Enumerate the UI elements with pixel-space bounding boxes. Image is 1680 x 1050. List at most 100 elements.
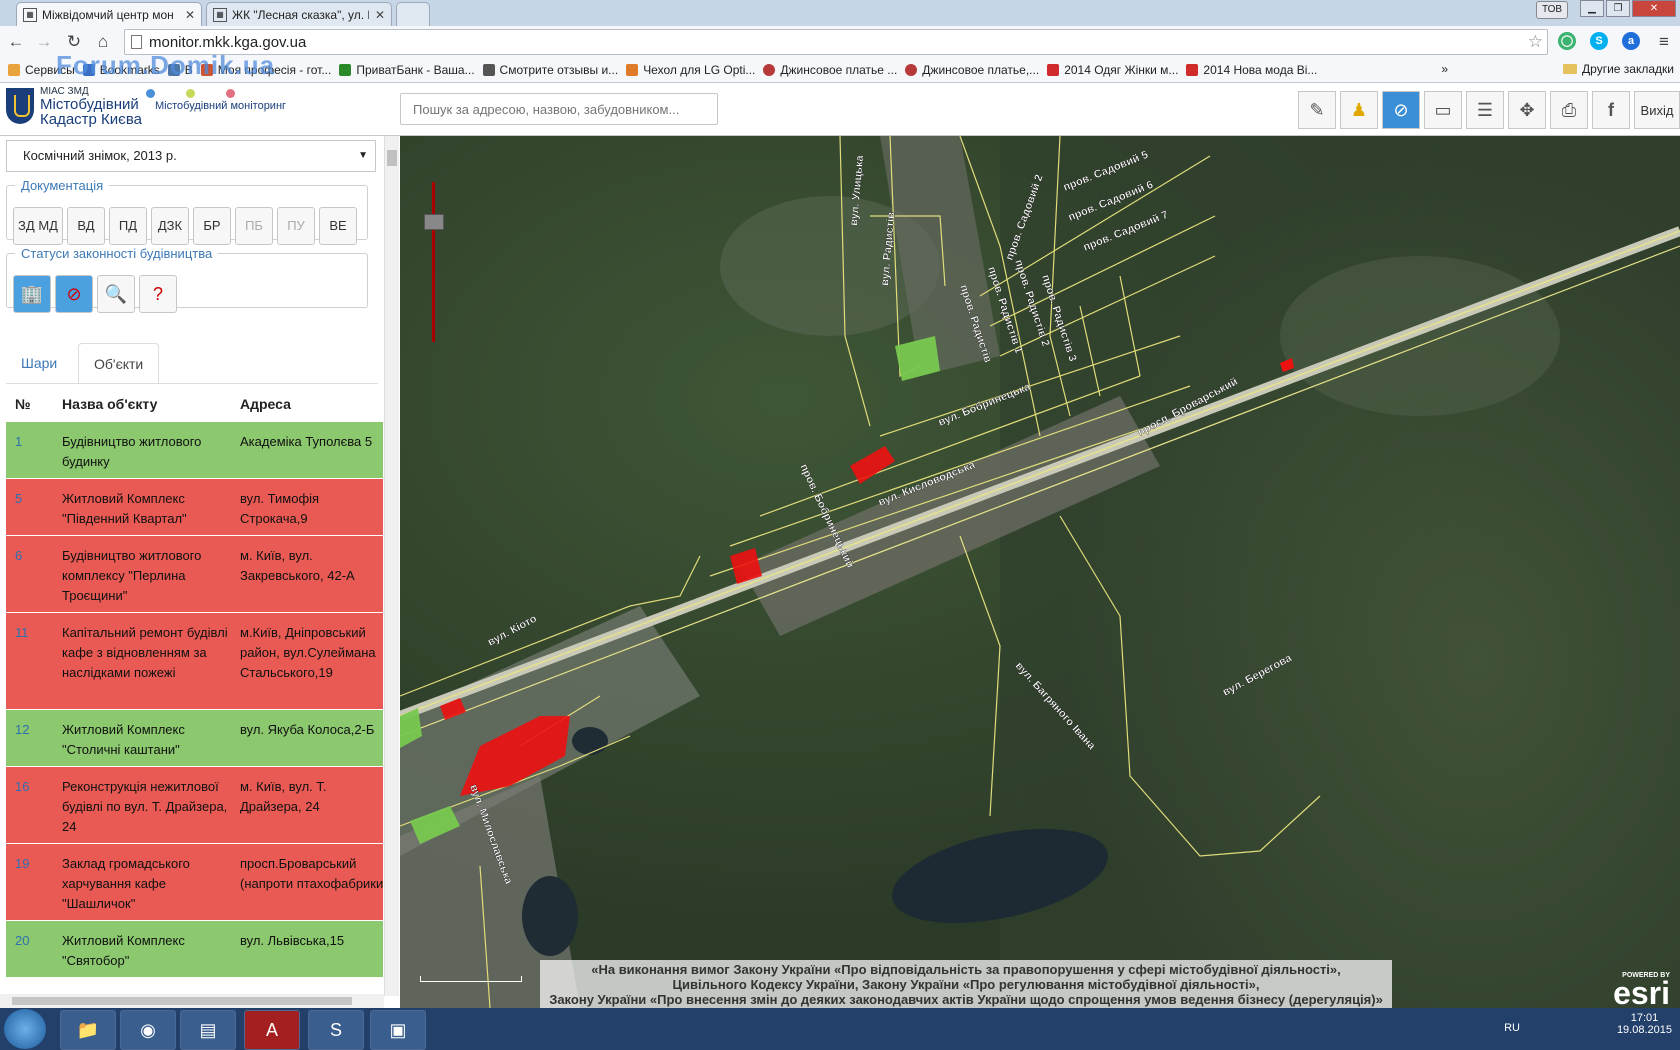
- doc-br-button[interactable]: БР: [193, 207, 231, 245]
- system-clock[interactable]: 17:01 19.08.2015: [1617, 1012, 1672, 1036]
- panel-vertical-scrollbar[interactable]: [384, 136, 399, 996]
- window-app-icon[interactable]: ▣: [370, 1010, 426, 1050]
- status-question-icon[interactable]: ?: [139, 275, 177, 313]
- back-arrow-icon[interactable]: ←: [6, 32, 26, 52]
- browser-tab-monitor[interactable]: ▦ Міжвідомчий центр мон ✕: [16, 2, 202, 26]
- identify-compass-icon[interactable]: ⊘: [1382, 91, 1420, 129]
- extension-a-icon[interactable]: a: [1622, 32, 1640, 50]
- chrome-icon[interactable]: ◉: [120, 1010, 176, 1050]
- close-window-button[interactable]: ✕: [1632, 0, 1676, 17]
- map-view[interactable]: вул. Улицька вул. Радистів пров. Садовий…: [400, 136, 1680, 1008]
- address-search-input[interactable]: [400, 93, 718, 125]
- table-row[interactable]: 5 Житловий Комплекс "Південний Квартал" …: [6, 479, 383, 536]
- acrobat-reader-icon[interactable]: A: [244, 1010, 300, 1050]
- table-row[interactable]: 6 Будівництво житлового комплексу "Перли…: [6, 536, 383, 613]
- doc-pb-button[interactable]: ПБ: [235, 207, 273, 245]
- tab-objects[interactable]: Об'єкти: [78, 343, 160, 383]
- maximize-button[interactable]: ❐: [1606, 0, 1630, 17]
- panel-tabs: Шари Об'єкти: [6, 343, 378, 384]
- basemap-select[interactable]: Космічний знімок, 2013 р. ▼: [6, 140, 376, 172]
- bookmark-item[interactable]: Джинсовое платье,...: [905, 63, 1039, 77]
- bookmark-item[interactable]: Смотрите отзывы и...: [482, 63, 618, 77]
- skype-extension-icon[interactable]: S: [1590, 32, 1608, 50]
- edit-pencil-icon[interactable]: ✎: [1298, 91, 1336, 129]
- print-icon[interactable]: ⎙: [1550, 91, 1588, 129]
- bookmarks-overflow-chevron-icon[interactable]: »: [1441, 62, 1448, 76]
- other-bookmarks[interactable]: Другие закладки: [1563, 62, 1674, 76]
- status-dots: [146, 89, 235, 98]
- window-controls: ▁ ❐ ✕: [1580, 0, 1676, 17]
- monitoring-label: Містобудівний моніторинг: [155, 100, 287, 112]
- bookmark-star-icon[interactable]: ☆: [1528, 32, 1543, 52]
- measure-ruler-icon[interactable]: ▭: [1424, 91, 1462, 129]
- kyiv-coat-of-arms-icon[interactable]: [6, 88, 34, 124]
- doc-vd-button[interactable]: ВД: [67, 207, 105, 245]
- status-illegal-building-icon[interactable]: ⊘: [55, 275, 93, 313]
- reload-icon[interactable]: ↻: [64, 32, 84, 52]
- scrollbar-thumb[interactable]: [12, 997, 352, 1005]
- app-title[interactable]: Містобудівний Кадастр Києва: [40, 97, 142, 127]
- layers-list-icon[interactable]: ☰: [1466, 91, 1504, 129]
- input-language[interactable]: RU: [1504, 1022, 1520, 1034]
- panel-horizontal-scrollbar[interactable]: [0, 994, 384, 1008]
- bookmark-item[interactable]: 2014 Нова мода Ві...: [1186, 63, 1317, 77]
- facebook-icon[interactable]: f: [1592, 91, 1630, 129]
- tab-layers[interactable]: Шари: [6, 343, 72, 383]
- status-legal-building-icon[interactable]: 🏢: [13, 275, 51, 313]
- browser-tabstrip: ▦ Міжвідомчий центр мон ✕ ▦ ЖК "Лесная с…: [0, 0, 1680, 26]
- col-header-name: Назва об'єкту: [62, 396, 158, 412]
- exit-button[interactable]: Вихід: [1634, 91, 1680, 129]
- minimize-button[interactable]: ▁: [1580, 0, 1604, 17]
- browser-tab-lesnaya[interactable]: ▦ ЖК "Лесная сказка", ул. Р ✕: [206, 2, 392, 26]
- bookmark-item[interactable]: Чехол для LG Opti...: [626, 63, 755, 77]
- documentation-group: Документація ЗД МД ВД ПД ДЗК БР ПБ ПУ ВЕ: [6, 178, 368, 245]
- tab-close-icon[interactable]: ✕: [185, 8, 195, 22]
- full-extent-icon[interactable]: ✥: [1508, 91, 1546, 129]
- doc-pd-button[interactable]: ПД: [109, 207, 147, 245]
- files-app-icon[interactable]: ▤: [180, 1010, 236, 1050]
- profile-badge[interactable]: ТОВ: [1536, 1, 1568, 19]
- bookmark-item[interactable]: ПриватБанк - Ваша...: [339, 63, 475, 77]
- legality-status-legend: Статуси законності будівництва: [21, 246, 213, 261]
- table-row[interactable]: 16 Реконструкція нежитлової будівлі по в…: [6, 767, 383, 844]
- scrollbar-thumb[interactable]: [387, 150, 397, 166]
- new-tab-button[interactable]: [396, 2, 430, 26]
- app-header: МІАС ЗМД Містобудівний Кадастр Києва Міс…: [0, 83, 1680, 136]
- status-buttons: 🏢 ⊘ 🔍 ?: [13, 275, 177, 313]
- skype-icon[interactable]: S: [308, 1010, 364, 1050]
- col-header-num: №: [15, 396, 31, 412]
- home-icon[interactable]: ⌂: [93, 32, 113, 52]
- address-bar[interactable]: monitor.mkk.kga.gov.ua ☆: [124, 29, 1548, 55]
- esri-logo[interactable]: POWERED BY esri: [1613, 972, 1670, 1008]
- bookmark-item[interactable]: 2014 Одяг Жінки м...: [1047, 63, 1178, 77]
- satellite-map[interactable]: вул. Улицька вул. Радистів пров. Садовий…: [400, 136, 1680, 1008]
- table-row[interactable]: 19 Заклад громадського харчування кафе "…: [6, 844, 383, 921]
- forward-arrow-icon[interactable]: →: [34, 32, 54, 52]
- explorer-folder-icon[interactable]: 📁: [60, 1010, 116, 1050]
- doc-pu-button[interactable]: ПУ: [277, 207, 315, 245]
- site-favicon-icon: [763, 64, 776, 76]
- map-tools: ✎ ♟ ⊘ ▭ ☰ ✥ ⎙ f Вихід: [1298, 91, 1680, 129]
- table-row[interactable]: 12 Житловий Комплекс "Столичні каштани" …: [6, 710, 383, 767]
- zoom-slider-track[interactable]: [432, 182, 435, 342]
- bookmark-item[interactable]: Джинсовое платье ...: [763, 63, 897, 77]
- table-row[interactable]: 1 Будівництво житлового будинку Академік…: [6, 422, 383, 479]
- extension-green-icon[interactable]: ◯: [1558, 32, 1576, 50]
- street-view-pegman-icon[interactable]: ♟: [1340, 91, 1378, 129]
- doc-ve-button[interactable]: ВЕ: [319, 207, 357, 245]
- menu-hamburger-icon[interactable]: ≡: [1654, 32, 1674, 52]
- legal-notice: «На виконання вимог Закону України «Про …: [540, 960, 1392, 1008]
- zoom-slider-handle[interactable]: [424, 214, 444, 230]
- tab-close-icon[interactable]: ✕: [375, 8, 385, 22]
- table-row[interactable]: 11 Капітальний ремонт будівлі кафе з від…: [6, 613, 383, 710]
- map-scale-bar: [420, 976, 522, 982]
- doc-dzk-button[interactable]: ДЗК: [151, 207, 189, 245]
- left-panel: Космічний знімок, 2013 р. ▼ Документація…: [0, 136, 400, 1008]
- folder-icon: [1563, 64, 1578, 74]
- status-search-icon[interactable]: 🔍: [97, 275, 135, 313]
- doc-zd-md-button[interactable]: ЗД МД: [13, 207, 63, 245]
- zoom-slider[interactable]: [424, 182, 444, 342]
- windows-start-icon[interactable]: [4, 1009, 46, 1049]
- olx-icon: [626, 64, 639, 76]
- table-row[interactable]: 20 Житловий Комплекс "Святобор" вул. Льв…: [6, 921, 383, 978]
